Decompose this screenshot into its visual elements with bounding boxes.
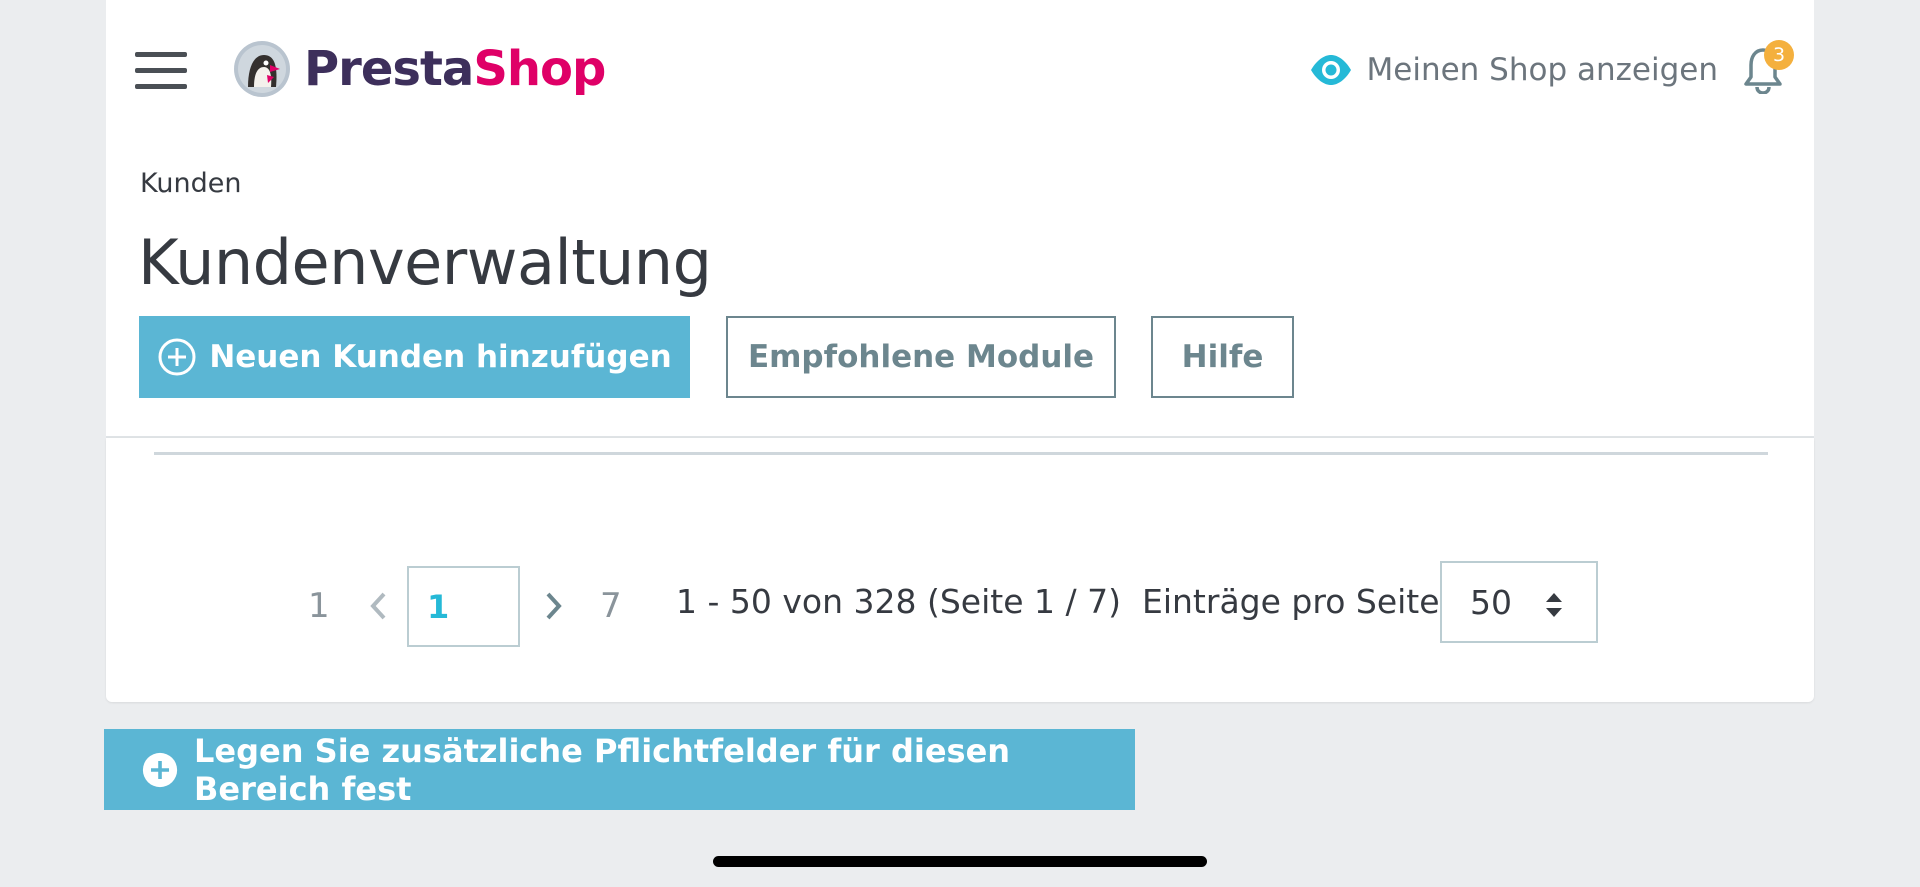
divider xyxy=(154,452,1768,455)
plus-circle-icon xyxy=(142,752,178,787)
notification-badge: 3 xyxy=(1764,40,1794,70)
pagination-first-page[interactable]: 1 xyxy=(308,586,330,626)
pagination-last-page[interactable]: 7 xyxy=(600,586,622,626)
recommended-modules-label: Empfohlene Module xyxy=(747,339,1095,375)
logo-wordmark-presta: Presta xyxy=(304,41,474,97)
page-title: Kundenverwaltung xyxy=(138,226,712,299)
chevron-left-icon[interactable] xyxy=(364,586,394,626)
logo-wordmark-shop: Shop xyxy=(473,41,606,97)
puffin-logo-icon xyxy=(234,41,290,97)
plus-circle-icon xyxy=(158,338,196,376)
pagination-page-input[interactable] xyxy=(407,566,520,647)
help-button[interactable]: Hilfe xyxy=(1151,316,1294,398)
pagination-info: 1 - 50 von 328 (Seite 1 / 7) xyxy=(676,582,1121,621)
per-page-value: 50 xyxy=(1470,583,1512,622)
per-page-select[interactable]: 50 xyxy=(1440,561,1598,643)
per-page-label: Einträge pro Seite xyxy=(1142,582,1440,621)
breadcrumb[interactable]: Kunden xyxy=(140,168,241,199)
required-fields-button[interactable]: Legen Sie zusätzliche Pflichtfelder für … xyxy=(104,729,1135,810)
eye-icon xyxy=(1310,55,1351,85)
help-label: Hilfe xyxy=(1181,339,1264,375)
required-fields-label: Legen Sie zusätzliche Pflichtfelder für … xyxy=(194,731,1011,808)
chevron-right-icon[interactable] xyxy=(538,586,568,626)
view-shop-link[interactable]: Meinen Shop anzeigen xyxy=(1309,48,1718,92)
header-panel: PrestaShop Meinen Shop anzeigen 3 Kunden… xyxy=(106,0,1814,438)
recommended-modules-button[interactable]: Empfohlene Module xyxy=(726,316,1116,398)
sort-arrows-icon xyxy=(1546,593,1562,617)
customer-list-card: 1 7 1 - 50 von 328 (Seite 1 / 7) Einträg… xyxy=(106,438,1814,702)
view-shop-label: Meinen Shop anzeigen xyxy=(1366,52,1718,88)
add-customer-label: Neuen Kunden hinzufügen xyxy=(209,339,672,375)
logo-wordmark: PrestaShop xyxy=(304,41,606,97)
home-indicator[interactable] xyxy=(713,856,1207,867)
notifications-button[interactable]: 3 xyxy=(1736,40,1794,96)
add-customer-button[interactable]: Neuen Kunden hinzufügen xyxy=(139,316,690,398)
prestashop-logo[interactable]: PrestaShop xyxy=(232,38,606,100)
hamburger-menu-icon[interactable] xyxy=(135,52,187,90)
